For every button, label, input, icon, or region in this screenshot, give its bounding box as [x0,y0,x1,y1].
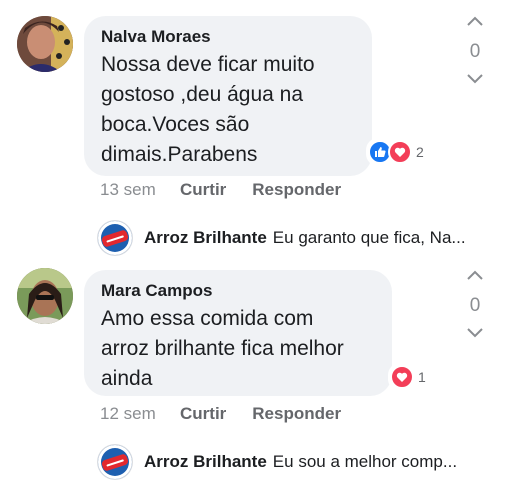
profile-photo-icon [17,16,73,72]
profile-photo-icon [17,268,73,324]
love-reaction-icon [388,140,412,164]
reply-preview[interactable]: Arroz Brilhante Eu sou a melhor comp... [98,445,457,479]
comment-text: Nossa deve ficar muito gostoso ,deu água… [101,50,356,170]
reply-text: Eu garanto que fica, Na... [272,228,466,247]
reply-author[interactable]: Arroz Brilhante [144,228,267,248]
reaction-count: 1 [418,369,426,385]
downvote-icon[interactable] [460,326,490,344]
like-button[interactable]: Curtir [180,180,226,200]
reply-preview[interactable]: Arroz Brilhante Eu garanto que fica, Na.… [98,221,466,255]
comment-timestamp[interactable]: 13 sem [100,180,180,200]
like-button[interactable]: Curtir [180,404,226,424]
reply-author[interactable]: Arroz Brilhante [144,452,267,472]
comment-actions: 13 sem Curtir Responder [100,180,367,200]
comment-actions: 12 sem Curtir Responder [100,404,367,424]
comment-line: Amo essa comida com [101,307,314,330]
vote-widget: 0 [460,268,490,344]
arroz-brilhante-logo [98,445,132,479]
downvote-icon[interactable] [460,72,490,90]
avatar-mara-campos[interactable] [17,268,73,324]
comment-line: gostoso ,deu água na [101,83,304,106]
reaction-count: 2 [416,144,424,160]
comment-line: Nossa deve ficar muito [101,53,315,76]
vote-widget: 0 [460,14,490,90]
vote-count: 0 [469,41,481,62]
reply-text: Eu sou a melhor comp... [272,452,458,471]
upvote-icon[interactable] [460,14,490,32]
arroz-brilhante-logo [98,221,132,255]
love-reaction-icon [390,365,414,389]
comment-bubble: Nalva Moraes Nossa deve ficar muito gost… [84,16,372,176]
comment-timestamp[interactable]: 12 sem [100,404,180,424]
comment-text: Amo essa comida com arroz brilhante fica… [101,304,376,394]
upvote-icon[interactable] [460,268,490,286]
reply-button[interactable]: Responder [252,180,341,200]
reaction-summary[interactable]: 1 [388,363,430,391]
comment-line: arroz brilhante fica melhor [101,337,344,360]
vote-count: 0 [469,295,481,316]
comment-line: boca.Voces são [101,113,250,136]
comment-line: ainda [101,367,153,390]
comment-line: dimais.Parabens [101,143,258,166]
avatar-nalva-moraes[interactable] [17,16,73,72]
reply-button[interactable]: Responder [252,404,341,424]
reaction-summary[interactable]: 2 [366,138,428,166]
comment-author[interactable]: Mara Campos [101,280,376,302]
comment-bubble: Mara Campos Amo essa comida com arroz br… [84,270,392,396]
comment-author[interactable]: Nalva Moraes [101,26,356,48]
